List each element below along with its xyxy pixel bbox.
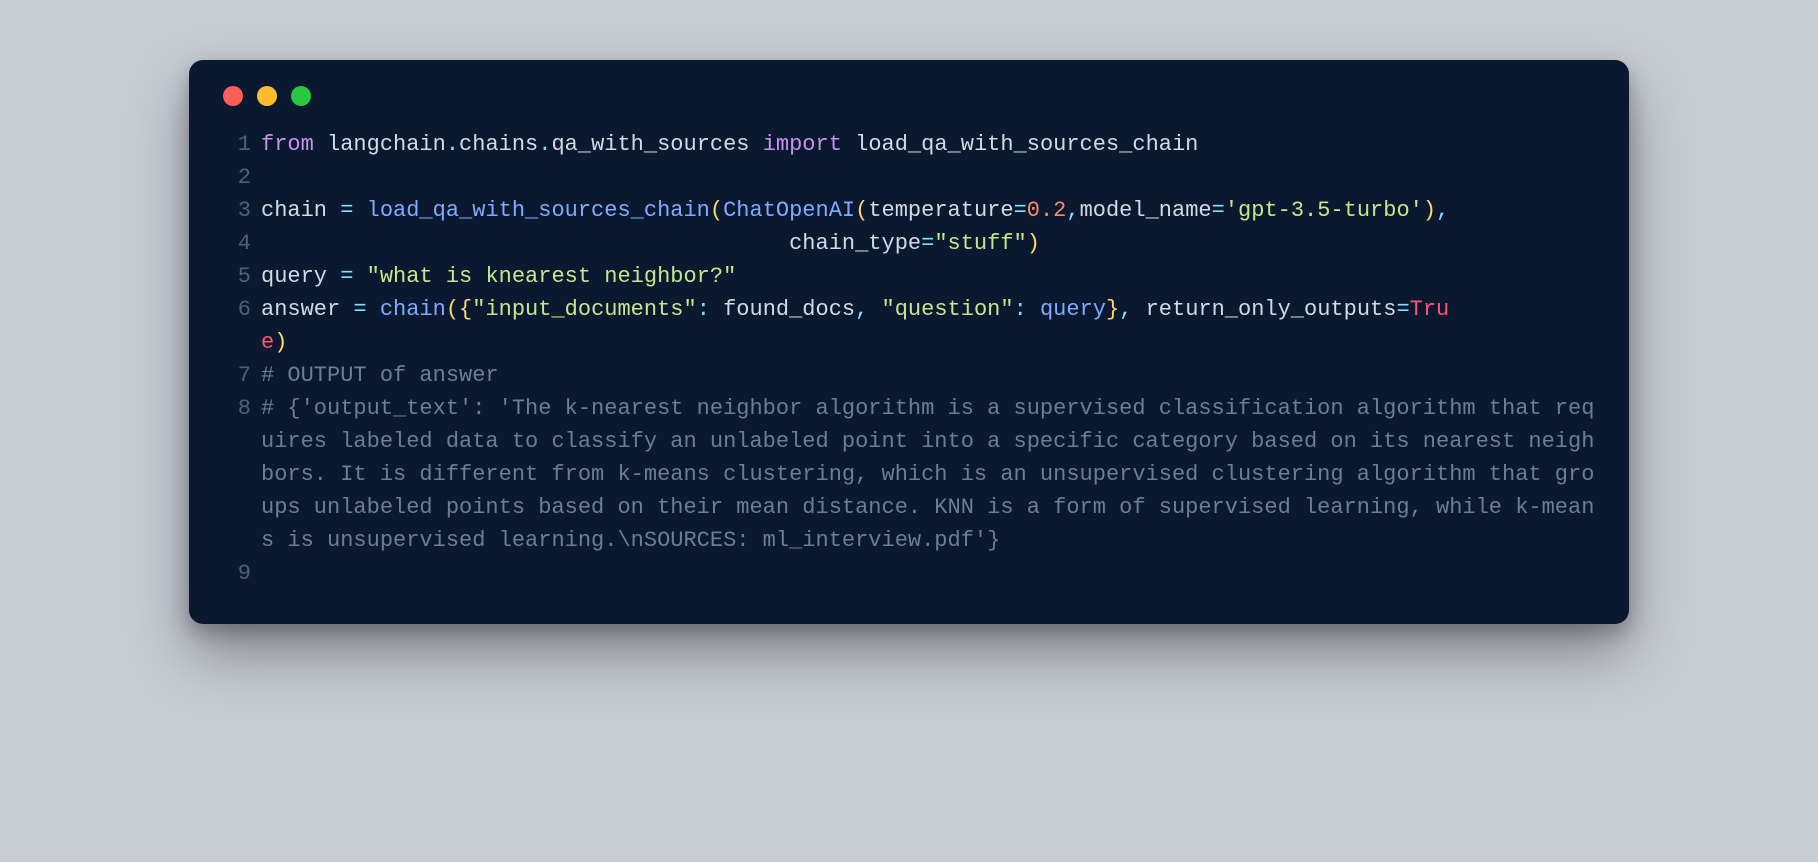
zoom-icon[interactable] bbox=[291, 86, 311, 106]
code-line-3: 3 chain = load_qa_with_sources_chain(Cha… bbox=[217, 194, 1601, 227]
code-block[interactable]: 1 from langchain.chains.qa_with_sources … bbox=[217, 128, 1601, 590]
code-line-2: 2 bbox=[217, 161, 1601, 194]
code-line-7: 7 # OUTPUT of answer bbox=[217, 359, 1601, 392]
line-number: 5 bbox=[217, 260, 261, 293]
code-text bbox=[261, 557, 1601, 590]
code-text bbox=[261, 161, 1601, 194]
code-line-9: 9 bbox=[217, 557, 1601, 590]
code-text: # OUTPUT of answer bbox=[261, 359, 1601, 392]
code-line-1: 1 from langchain.chains.qa_with_sources … bbox=[217, 128, 1601, 161]
code-line-6-wrap: e) bbox=[217, 326, 1601, 359]
code-text: from langchain.chains.qa_with_sources im… bbox=[261, 128, 1601, 161]
line-number: 2 bbox=[217, 161, 261, 194]
code-text: chain_type="stuff") bbox=[261, 227, 1601, 260]
line-number: 7 bbox=[217, 359, 261, 392]
code-text: chain = load_qa_with_sources_chain(ChatO… bbox=[261, 194, 1601, 227]
line-number: 9 bbox=[217, 557, 261, 590]
line-number: 4 bbox=[217, 227, 261, 260]
code-line-5: 5 query = "what is knearest neighbor?" bbox=[217, 260, 1601, 293]
line-number: 3 bbox=[217, 194, 261, 227]
code-line-4: 4 chain_type="stuff") bbox=[217, 227, 1601, 260]
code-text: # {'output_text': 'The k-nearest neighbo… bbox=[261, 392, 1601, 557]
line-number: 6 bbox=[217, 293, 261, 326]
minimize-icon[interactable] bbox=[257, 86, 277, 106]
code-text: query = "what is knearest neighbor?" bbox=[261, 260, 1601, 293]
code-text: answer = chain({"input_documents": found… bbox=[261, 293, 1601, 326]
line-number: 8 bbox=[217, 392, 261, 425]
code-window: 1 from langchain.chains.qa_with_sources … bbox=[189, 60, 1629, 624]
window-traffic-lights bbox=[217, 86, 1601, 106]
line-number: 1 bbox=[217, 128, 261, 161]
close-icon[interactable] bbox=[223, 86, 243, 106]
code-line-6: 6 answer = chain({"input_documents": fou… bbox=[217, 293, 1601, 326]
code-line-8: 8 # {'output_text': 'The k-nearest neigh… bbox=[217, 392, 1601, 557]
